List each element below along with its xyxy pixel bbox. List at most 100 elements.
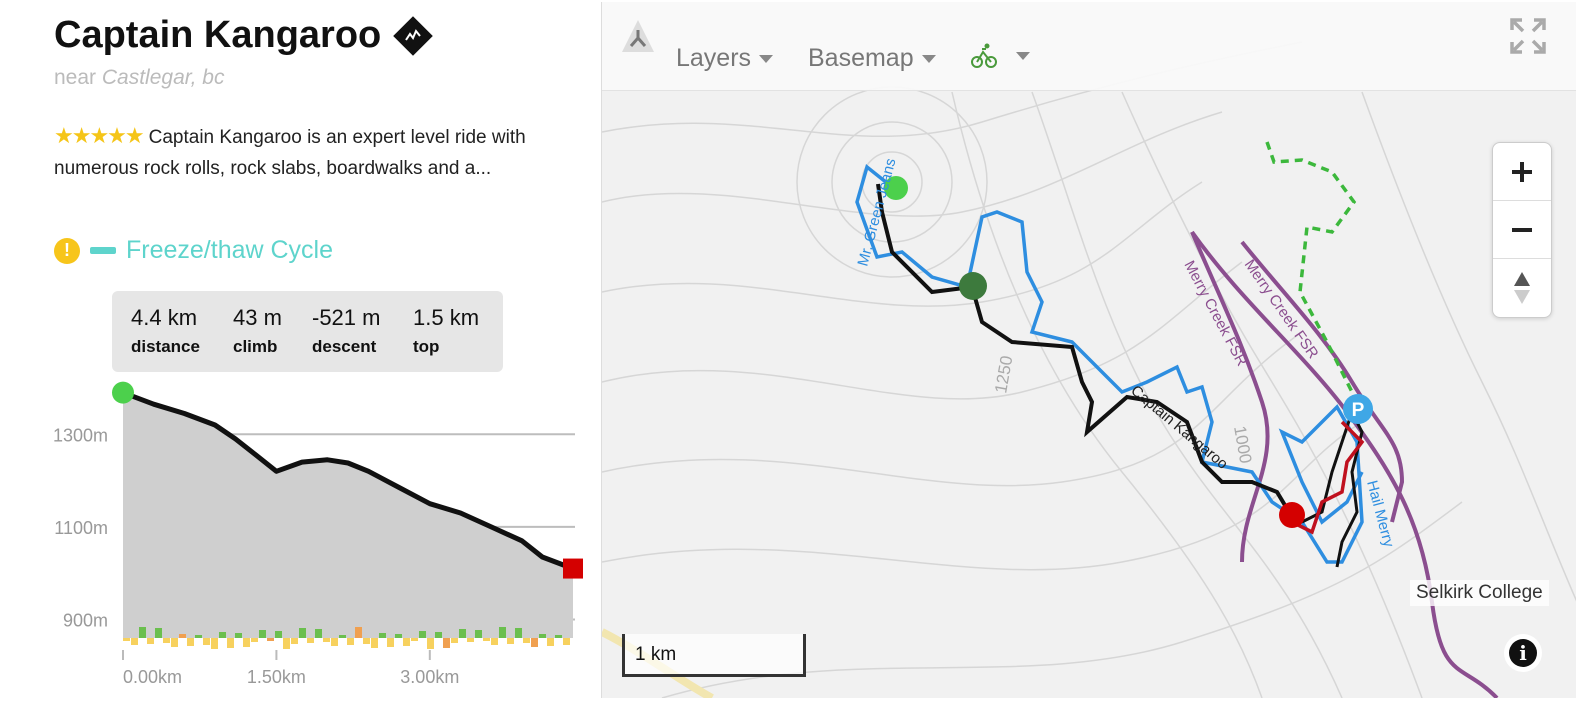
black-diamond-icon	[393, 15, 434, 56]
grade-bar	[339, 635, 346, 638]
contour-line	[1121, 91, 1423, 698]
grade-bar	[411, 638, 418, 641]
chevron-down-icon	[759, 54, 774, 63]
contour-label: 1250	[991, 354, 1016, 395]
info-icon: i	[1509, 639, 1537, 667]
condition-color-swatch	[90, 247, 116, 254]
grade-bar	[315, 629, 322, 638]
map-info-button[interactable]: i	[1504, 634, 1542, 672]
contour-line	[951, 91, 1263, 698]
activity-filter-button[interactable]	[970, 42, 1030, 70]
y-tick-label: 1300m	[53, 425, 108, 445]
zoom-control	[1492, 142, 1552, 318]
layers-button[interactable]: Layers	[676, 44, 774, 73]
layers-label: Layers	[676, 44, 752, 72]
grade-bar	[531, 638, 538, 647]
grade-bar	[355, 627, 362, 638]
grade-bar	[563, 638, 570, 645]
grade-bar	[499, 627, 506, 638]
merry-creek-fsr-trail[interactable]	[1190, 230, 1499, 698]
grade-bar	[259, 630, 266, 638]
scale-label: 1 km	[635, 644, 677, 665]
trail-condition[interactable]: ! Freeze/thaw Cycle	[54, 236, 333, 265]
zoom-in-button[interactable]	[1493, 143, 1551, 201]
y-tick-label: 900m	[63, 610, 108, 630]
green-trail[interactable]	[1265, 141, 1359, 403]
grade-bar	[507, 638, 514, 644]
grade-bar	[163, 638, 170, 643]
grade-bar	[323, 638, 330, 642]
map-toolbar: Layers Basemap	[602, 2, 1576, 91]
parking-label: P	[1352, 400, 1365, 421]
start-marker	[112, 381, 134, 404]
minus-icon	[1512, 227, 1532, 232]
contour-line	[602, 111, 1223, 217]
grade-bar	[523, 638, 530, 643]
trail-label-captain-kangaroo: Captain Kangaroo	[1127, 382, 1231, 473]
grade-bar	[435, 632, 442, 638]
grade-bar	[219, 632, 226, 638]
grade-bar	[171, 638, 178, 647]
grade-bar	[363, 638, 370, 644]
basemap-label: Basemap	[808, 44, 914, 72]
grade-bar	[371, 638, 378, 648]
grade-bar	[459, 629, 466, 638]
grade-bar	[443, 638, 450, 648]
grade-bar	[195, 635, 202, 638]
grade-bar	[227, 638, 234, 648]
grade-bar	[283, 638, 290, 649]
stat-label: descent	[312, 337, 377, 356]
stat-value: -521 m	[312, 305, 381, 330]
stat-label: top	[413, 337, 440, 356]
grade-bar	[451, 638, 458, 643]
stats-box: 4.4 km distance 43 m climb -521 m descen…	[112, 291, 503, 372]
compass-button[interactable]	[1493, 259, 1551, 316]
trail-end-marker[interactable]	[1279, 502, 1305, 528]
grade-bar	[379, 633, 386, 638]
grade-bar	[347, 638, 354, 645]
grade-bar	[539, 634, 546, 638]
grade-bar	[547, 638, 554, 646]
x-tick-label: 1.50km	[247, 667, 306, 687]
grade-bar	[243, 638, 250, 647]
waypoint-marker[interactable]	[959, 272, 987, 300]
grade-bar	[515, 628, 522, 638]
trail-title-text: Captain Kangaroo	[54, 14, 382, 56]
grade-bar	[307, 638, 314, 643]
contour-line	[602, 181, 1203, 307]
grade-bar	[139, 627, 146, 638]
stat-distance: 4.4 km distance	[131, 305, 200, 357]
fullscreen-icon[interactable]	[1508, 16, 1548, 56]
stat-value: 43 m	[233, 305, 282, 330]
trail-label-merry-creek-fsr: Merry Creek FSR	[1180, 258, 1250, 369]
basemap-button[interactable]: Basemap	[808, 44, 936, 73]
grade-bar	[419, 631, 426, 638]
grade-bar	[235, 633, 242, 638]
contour-line	[1031, 91, 1343, 698]
grade-bar	[491, 638, 498, 645]
grade-bar	[427, 638, 434, 649]
grade-bar	[131, 638, 138, 645]
stat-value: 4.4 km	[131, 305, 198, 330]
grade-bar	[291, 638, 298, 644]
x-tick-label: 0.00km	[123, 667, 182, 687]
elevation-profile-chart[interactable]: 1300m 1100m 900m 0.00km 1.50km 3.00km	[0, 378, 600, 698]
trail-description: ★★★★★ Captain Kangaroo is an expert level…	[54, 120, 574, 184]
grade-bar	[203, 638, 210, 645]
trail-fork-icon[interactable]	[618, 16, 658, 56]
trail-title: Captain Kangaroo	[54, 14, 434, 57]
end-marker	[563, 558, 583, 579]
grade-bar	[467, 638, 474, 642]
condition-text: Freeze/thaw Cycle	[126, 236, 334, 264]
grade-bar	[155, 628, 162, 638]
rating-stars: ★★★★★	[54, 123, 145, 148]
zoom-out-button[interactable]	[1493, 201, 1551, 259]
compass-icon	[1514, 271, 1530, 304]
chevron-down-icon	[921, 54, 936, 63]
grade-bar	[267, 638, 274, 641]
grade-bar	[123, 638, 130, 641]
elevation-area	[123, 392, 573, 638]
grade-bar	[483, 638, 490, 641]
map-panel[interactable]: P Captain Kangaroo Mr. Green Jeans Merry…	[601, 2, 1576, 698]
warning-icon: !	[54, 237, 80, 264]
